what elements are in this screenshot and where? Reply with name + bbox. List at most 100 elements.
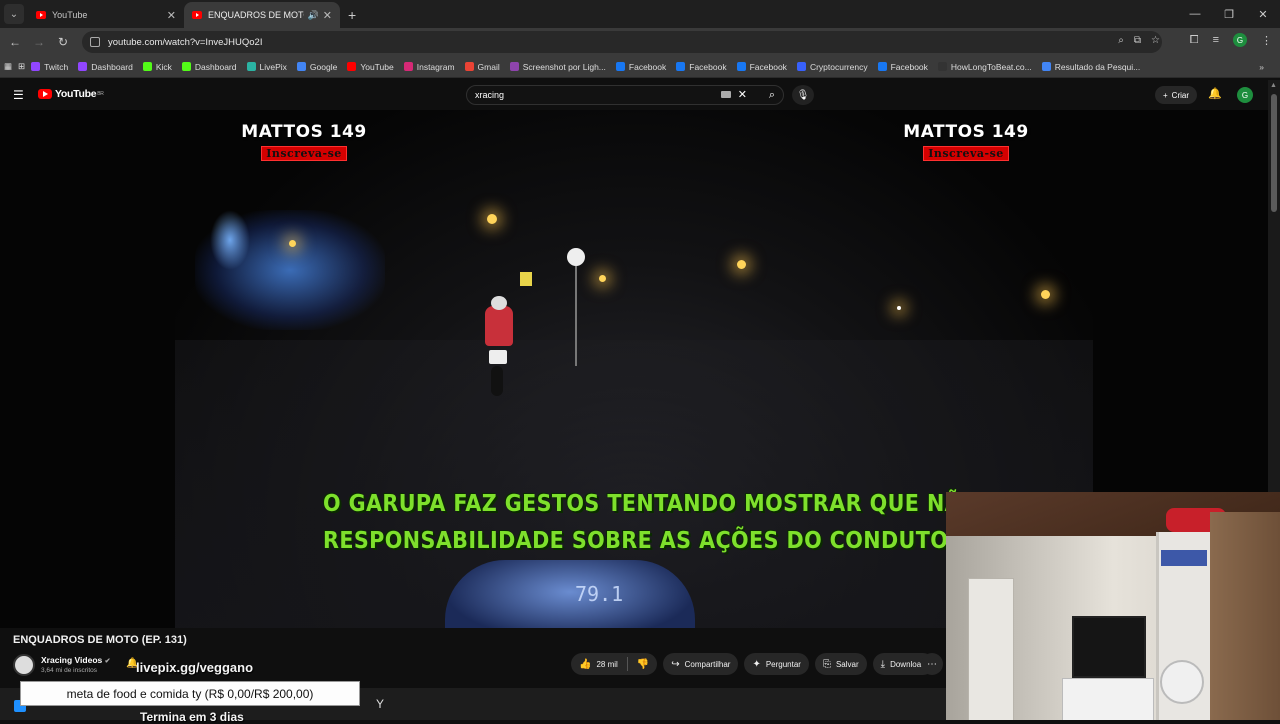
thumbs-down-icon[interactable]: 👎 [637,659,649,670]
street-light [897,306,901,310]
install-app-icon[interactable]: ⧉ [1134,35,1141,46]
sparkle-icon: ✦ [752,658,761,670]
forward-arrow-icon[interactable]: → [27,35,51,49]
restore-icon[interactable]: ❐ [1212,8,1246,21]
webcam-door [968,578,1014,720]
video-actions: 👍 28 mil 👎 ↪ Compartilhar ✦ Perguntar ⎘ … [571,653,934,675]
close-window-icon[interactable]: ✕ [1246,8,1280,21]
reload-icon[interactable]: ↻ [51,35,75,49]
close-tab-icon[interactable]: ✕ [167,9,176,22]
bookmark-favicon-icon [877,62,887,71]
scrollbar-thumb[interactable] [1271,94,1277,212]
bookmark-label: Cryptocurrency [809,61,868,72]
bookmark-label: Facebook [749,61,787,72]
user-avatar[interactable]: G [1237,87,1253,103]
search-input[interactable]: xracing ✕ ⌕ [466,85,784,105]
bookmark-item[interactable]: Facebook [877,62,928,72]
bookmark-item[interactable]: Facebook [615,62,666,72]
speaker-icon[interactable]: 🔊 [308,10,319,21]
bookmark-item[interactable]: Dashboard [181,62,237,72]
webcam-wardrobe [1210,512,1280,720]
like-button[interactable]: 👍 28 mil 👎 [571,653,658,675]
motorcycle-rider [475,296,521,396]
street-light [737,260,746,269]
bookmark-item[interactable]: Facebook [736,61,787,72]
motorcycle-dashboard [445,560,695,628]
back-arrow-icon[interactable]: ← [3,35,27,49]
verified-badge-icon: ✔ [104,658,111,665]
ask-button[interactable]: ✦ Perguntar [744,653,809,675]
bookmark-label: Screenshot por Ligh... [522,61,606,72]
create-button[interactable]: + Criar [1155,86,1198,104]
youtube-play-icon [38,89,52,99]
yellow-sign [520,272,532,286]
search-icon[interactable]: ⌕ [769,89,775,102]
zoom-icon[interactable]: ⌕ [1118,35,1124,46]
bookmark-favicon-icon [509,62,519,71]
channel-name[interactable]: Xracing Videos ✔ [41,655,111,665]
bookmark-item[interactable]: Facebook [676,62,727,72]
bookmark-label: Resultado da Pesqui... [1054,61,1141,72]
new-tab-button[interactable]: + [348,7,356,23]
bookmark-item[interactable]: Resultado da Pesqui... [1041,61,1141,72]
watermark-subscribe: Inscreva-se [923,146,1009,161]
scroll-up-arrow-icon[interactable]: ▲ [1270,82,1277,89]
watermark-name: MATTOS 149 [903,122,1029,142]
bookmark-label: Twitch [44,61,69,72]
close-tab-icon[interactable]: ✕ [323,9,332,22]
bookmark-item[interactable]: HowLongToBeat.co... [937,62,1032,72]
bookmark-item[interactable]: Kick [142,62,172,72]
url-text: youtube.com/watch?v=InveJHUQo2I [108,36,263,48]
tab-title: ENQUADROS DE MOTO (EP. [208,10,304,20]
street-light [487,214,497,224]
hamburger-menu-icon[interactable]: ☰ [13,88,24,102]
channel-name-text: Xracing Videos [41,655,103,665]
extensions-icon[interactable]: ⧠ [1190,34,1199,47]
bookmark-item[interactable]: Screenshot por Ligh... [509,61,606,72]
bookmark-item[interactable]: Gmail [464,62,500,72]
tab-groups-icon[interactable]: ⊞ [18,61,25,72]
plus-icon: + [1163,90,1168,100]
youtube-logo[interactable]: YouTube BR [38,88,104,100]
minimize-icon[interactable]: — [1178,8,1212,20]
apps-grid-icon[interactable]: ▦ [4,61,12,72]
bookmarks-overflow-icon[interactable]: » [1259,62,1264,72]
police-light-glow [210,210,250,270]
share-button[interactable]: ↪ Compartilhar [663,653,739,675]
kebab-menu-icon[interactable]: ⋮ [1261,34,1272,47]
clear-search-icon[interactable]: ✕ [738,88,747,101]
bookmark-item[interactable]: Google [296,62,337,72]
logo-region: BR [97,91,104,97]
media-controls-icon[interactable]: ≡ [1213,34,1219,46]
bookmark-item[interactable]: LivePix [246,62,287,72]
bookmark-favicon-icon [1041,62,1051,71]
site-info-icon[interactable] [90,37,100,47]
browser-tab-video[interactable]: ENQUADROS DE MOTO (EP. 🔊 ✕ [184,2,340,28]
taskbar-app-icon[interactable]: Y [376,697,388,711]
browser-tab-youtube[interactable]: YouTube ✕ [28,2,184,28]
bookmark-item[interactable]: Dashboard [78,62,133,72]
address-bar[interactable]: youtube.com/watch?v=InveJHUQo2I [82,31,1162,53]
bookmark-favicon-icon [347,62,357,71]
caption-line-1: O GARUPA FAZ GESTOS TENTANDO MOSTRAR QUE… [323,491,1037,517]
bookmark-item[interactable]: Cryptocurrency [796,61,868,72]
video-title: ENQUADROS DE MOTO (EP. 131) [13,634,187,646]
bookmark-star-icon[interactable]: ☆ [1151,35,1160,46]
youtube-favicon-icon [36,11,46,19]
youtube-favicon-icon [192,11,202,19]
street-light [289,240,296,247]
microphone-icon[interactable]: 🎙 [792,85,814,105]
bookmark-item[interactable]: Twitch [31,62,68,72]
keyboard-icon[interactable] [721,91,731,98]
profile-avatar[interactable]: G [1233,33,1247,47]
tab-search-button[interactable]: ⌄ [4,4,24,24]
more-actions-icon[interactable]: ⋯ [921,653,943,675]
speedometer-reading: 79.1 [575,582,624,606]
bookmark-item[interactable]: YouTube [347,62,394,72]
thumbs-up-icon: 👍 [579,658,592,670]
notifications-bell-icon[interactable]: 🔔 [1208,87,1222,100]
channel-avatar[interactable] [13,654,35,676]
bookmark-item[interactable]: Instagram [403,62,455,72]
save-button[interactable]: ⎘ Salvar [814,653,867,675]
save-bookmark-icon: ⎘ [822,658,831,670]
